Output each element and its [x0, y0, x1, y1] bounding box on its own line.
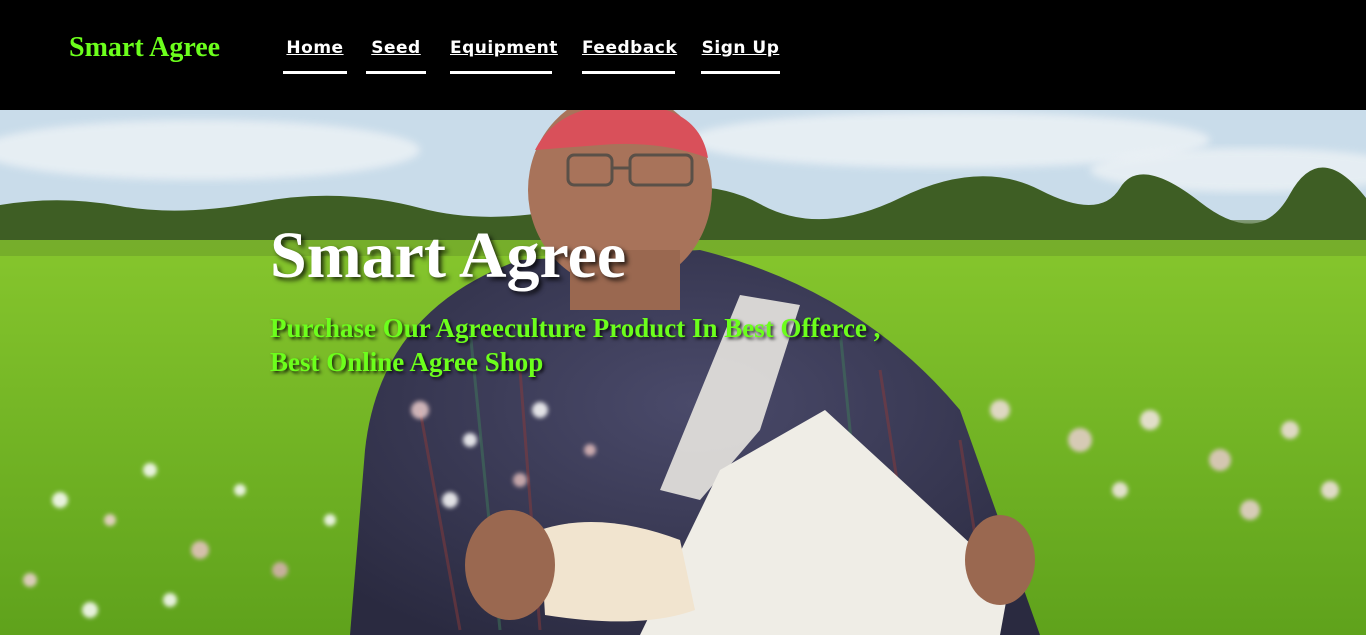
hero-subtitle-line-1: Purchase Our Agreeculture Product In Bes… [270, 313, 881, 343]
nav-link-home[interactable]: Home [283, 38, 347, 74]
hero-subtitle: Purchase Our Agreeculture Product In Bes… [270, 311, 990, 379]
nav-link-sign-up[interactable]: Sign Up [701, 38, 780, 74]
brand-logo-link[interactable]: Smart Agree [69, 32, 220, 64]
hero-title: Smart Agree [270, 219, 627, 292]
nav-link-seed[interactable]: Seed [366, 38, 426, 74]
hero-subtitle-line-2: Best Online Agree Shop [270, 347, 544, 377]
hero-banner: Smart Agree Purchase Our Agreeculture Pr… [0, 110, 1366, 635]
navbar: Smart Agree Home Seed Equipment Feedback… [0, 0, 1366, 110]
nav-link-equipment[interactable]: Equipment [450, 38, 557, 74]
nav-link-feedback[interactable]: Feedback [582, 38, 677, 74]
